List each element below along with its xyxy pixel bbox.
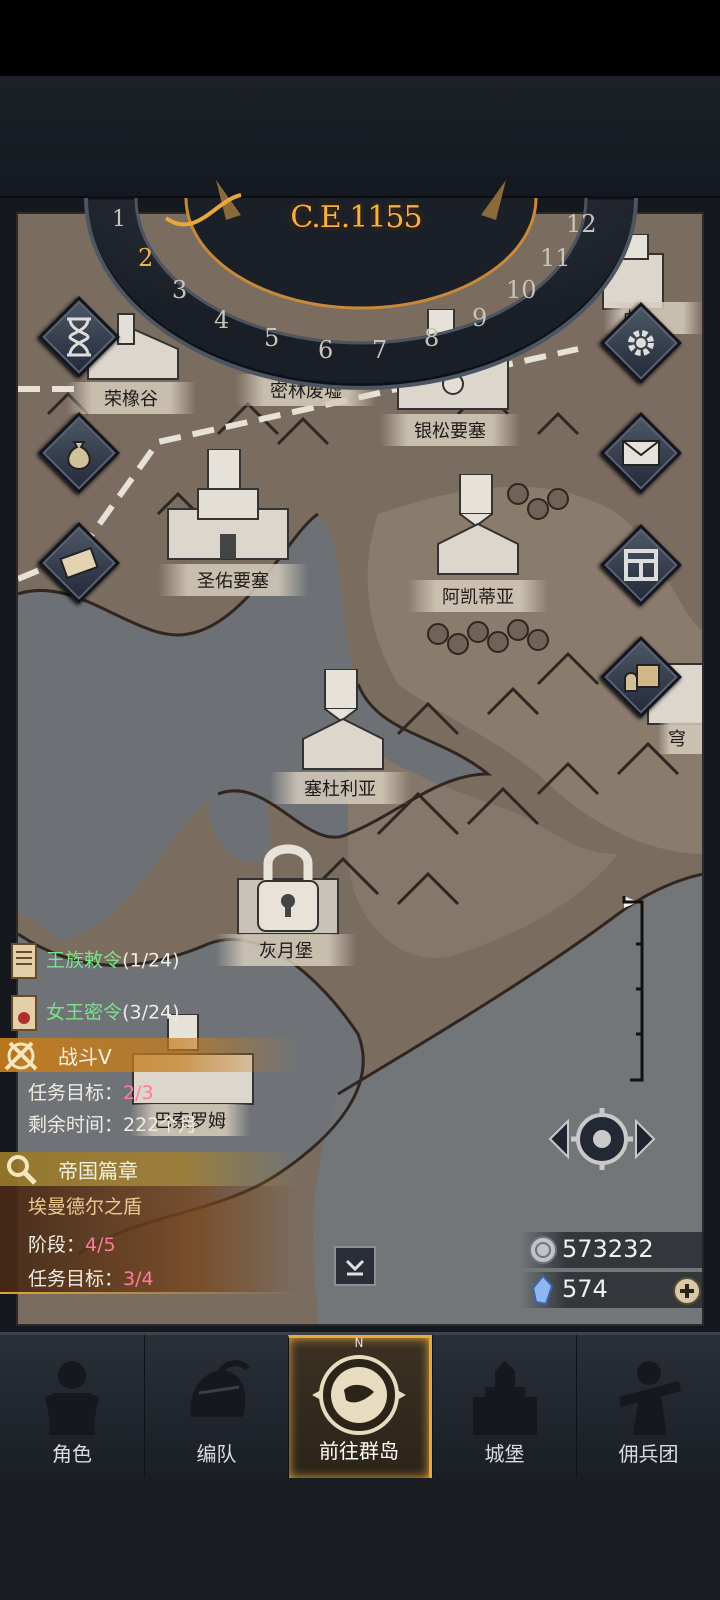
nav-mercenary[interactable]: 佣兵团 <box>576 1335 720 1481</box>
zoom-slider[interactable] <box>614 894 654 1084</box>
hourglass-icon <box>49 307 109 367</box>
month-number: 4 <box>214 306 230 334</box>
nav-formation[interactable]: 编队 <box>144 1335 288 1481</box>
recenter-button[interactable] <box>546 1102 658 1176</box>
helmet-icon <box>189 1360 250 1417</box>
empire-quest-title: 帝国篇章 <box>58 1159 138 1183</box>
compass-icon <box>312 1355 406 1435</box>
location-label[interactable]: 阿凯蒂亚 <box>408 580 548 612</box>
magnifier-icon <box>7 1155 37 1185</box>
nav-castle[interactable]: 城堡 <box>432 1335 576 1481</box>
location-label[interactable]: 圣佑要塞 <box>158 564 308 596</box>
empire-quest-underline <box>0 1292 300 1294</box>
quest-progress: (1/24) <box>122 949 180 972</box>
scroll-map-icon <box>49 533 109 593</box>
location-label[interactable]: 塞杜利亚 <box>270 772 410 804</box>
silver-amount: 573232 <box>562 1235 654 1263</box>
nav-label: 前往群岛 <box>319 1439 399 1463</box>
month-number: 5 <box>264 324 280 352</box>
compass-north-label: N <box>354 1336 364 1350</box>
month-number: 12 <box>566 210 597 238</box>
nav-label: 佣兵团 <box>618 1442 679 1466</box>
castle-nav-icon <box>472 1361 537 1435</box>
quest-royal-edict[interactable]: 王族敕令(1/24) <box>8 942 180 980</box>
supplies-icon <box>611 647 671 707</box>
knight-icon <box>45 1361 99 1435</box>
month-number: 11 <box>540 244 571 272</box>
castle-icon[interactable] <box>293 669 393 779</box>
nav-label: 编队 <box>196 1442 237 1466</box>
location-label[interactable]: 银松要塞 <box>380 414 520 446</box>
silver-coin-icon <box>529 1236 557 1264</box>
empire-quest-subtitle: 埃曼德尔之盾 <box>28 1196 143 1218</box>
month-number: 10 <box>506 276 537 304</box>
lock-icon[interactable] <box>233 839 343 939</box>
empire-target: 任务目标：3/4 <box>28 1268 154 1290</box>
add-crystal-button[interactable] <box>672 1276 702 1306</box>
bottom-nav: 角色 编队 N 前往群岛 城堡 佣兵团 <box>0 1332 720 1481</box>
empire-quest-banner[interactable] <box>0 1152 300 1186</box>
chevron-down-icon <box>345 1259 365 1276</box>
nav-label: 角色 <box>52 1442 92 1466</box>
gear-icon <box>611 313 671 373</box>
status-bar-area <box>0 0 720 76</box>
bottom-band <box>0 1478 720 1600</box>
crystal-amount: 574 <box>562 1275 608 1303</box>
battle-quest-title: 战斗V <box>58 1045 112 1069</box>
nav-label: 城堡 <box>484 1442 525 1466</box>
month-number: 1 <box>112 207 126 232</box>
swords-icon <box>4 1041 38 1071</box>
castle-icon[interactable] <box>158 449 298 569</box>
nav-character[interactable]: 角色 <box>0 1335 144 1481</box>
month-number-current: 2 <box>138 244 154 272</box>
battle-target: 任务目标：2/3 <box>28 1082 154 1104</box>
scroll-icon <box>11 943 37 979</box>
mail-icon <box>611 423 671 483</box>
inventory-icon <box>611 535 671 595</box>
battle-time-left: 剩余时间：222个月 <box>28 1114 198 1136</box>
battle-quest-banner[interactable] <box>0 1038 300 1072</box>
month-number: 3 <box>172 276 188 304</box>
month-number: 8 <box>424 324 440 352</box>
month-number: 6 <box>318 336 334 364</box>
money-bag-icon <box>49 423 109 483</box>
month-number: 9 <box>472 304 488 332</box>
castle-icon[interactable] <box>428 474 528 584</box>
location-label[interactable]: 穹 <box>658 722 702 754</box>
mercenary-icon <box>618 1361 681 1435</box>
quest-progress: (3/24) <box>122 1001 180 1024</box>
quest-title: 女王密令 <box>46 1001 123 1024</box>
quest-title: 王族敕令 <box>46 949 123 972</box>
quest-queen-order[interactable]: 女王密令(3/24) <box>8 994 180 1032</box>
nav-go-to-islands[interactable]: N 前往群岛 <box>288 1335 432 1481</box>
month-number: 7 <box>372 336 388 364</box>
crystal-icon <box>531 1274 554 1306</box>
location-label[interactable]: 灰月堡 <box>216 934 356 966</box>
scroll-icon <box>11 995 37 1031</box>
empire-stage: 阶段：4/5 <box>28 1234 116 1256</box>
era-year: C.E.1155 <box>290 200 422 235</box>
collapse-panel-button[interactable] <box>334 1246 376 1286</box>
